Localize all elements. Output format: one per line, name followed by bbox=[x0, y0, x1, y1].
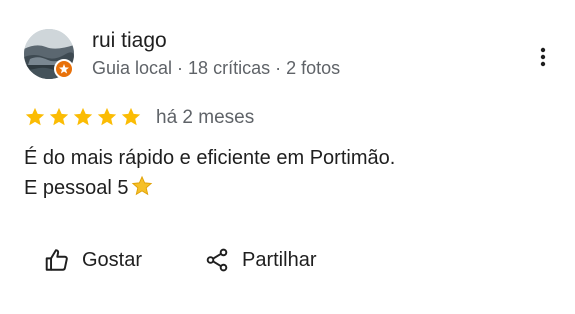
meta-separator: · bbox=[172, 58, 189, 78]
like-label: Gostar bbox=[82, 248, 143, 271]
review-actions: Gostar Partilhar bbox=[0, 240, 575, 280]
star-icon bbox=[121, 107, 141, 126]
review-card: rui tiago Guia local · 18 críticas · 2 f… bbox=[0, 0, 575, 314]
thumbs-up-icon bbox=[45, 249, 68, 271]
review-line: É do mais rápido e eficiente em Portimão… bbox=[24, 147, 396, 169]
star-icon bbox=[25, 107, 45, 126]
share-label: Partilhar bbox=[242, 248, 317, 271]
star-icon bbox=[49, 107, 69, 126]
review-line-text: E pessoal 5 bbox=[24, 177, 129, 199]
star-rating bbox=[24, 106, 142, 128]
like-button[interactable]: Gostar bbox=[44, 240, 142, 280]
star-icon bbox=[73, 107, 93, 126]
local-guide-badge bbox=[54, 59, 74, 79]
review-date: há 2 meses bbox=[156, 107, 255, 128]
star-icon bbox=[97, 107, 117, 126]
share-icon bbox=[206, 248, 228, 272]
share-button[interactable]: Partilhar bbox=[204, 240, 316, 280]
reviewer-role: Guia local bbox=[92, 58, 173, 78]
review-line: E pessoal 5 bbox=[24, 173, 544, 206]
meta-separator: · bbox=[270, 58, 287, 78]
local-guide-badge-icon bbox=[59, 64, 69, 74]
photos-count: 2 fotos bbox=[286, 58, 341, 78]
reviews-count: 18 críticas bbox=[188, 58, 271, 78]
review-text: É do mais rápido e eficiente em Portimão… bbox=[24, 143, 544, 206]
reviewer-meta[interactable]: Guia local · 18 críticas · 2 fotos bbox=[92, 57, 340, 79]
more-vert-icon bbox=[540, 47, 546, 67]
reviewer-name[interactable]: rui tiago bbox=[92, 28, 167, 54]
star-emoji-icon bbox=[131, 175, 153, 206]
more-options-button[interactable] bbox=[530, 42, 556, 72]
